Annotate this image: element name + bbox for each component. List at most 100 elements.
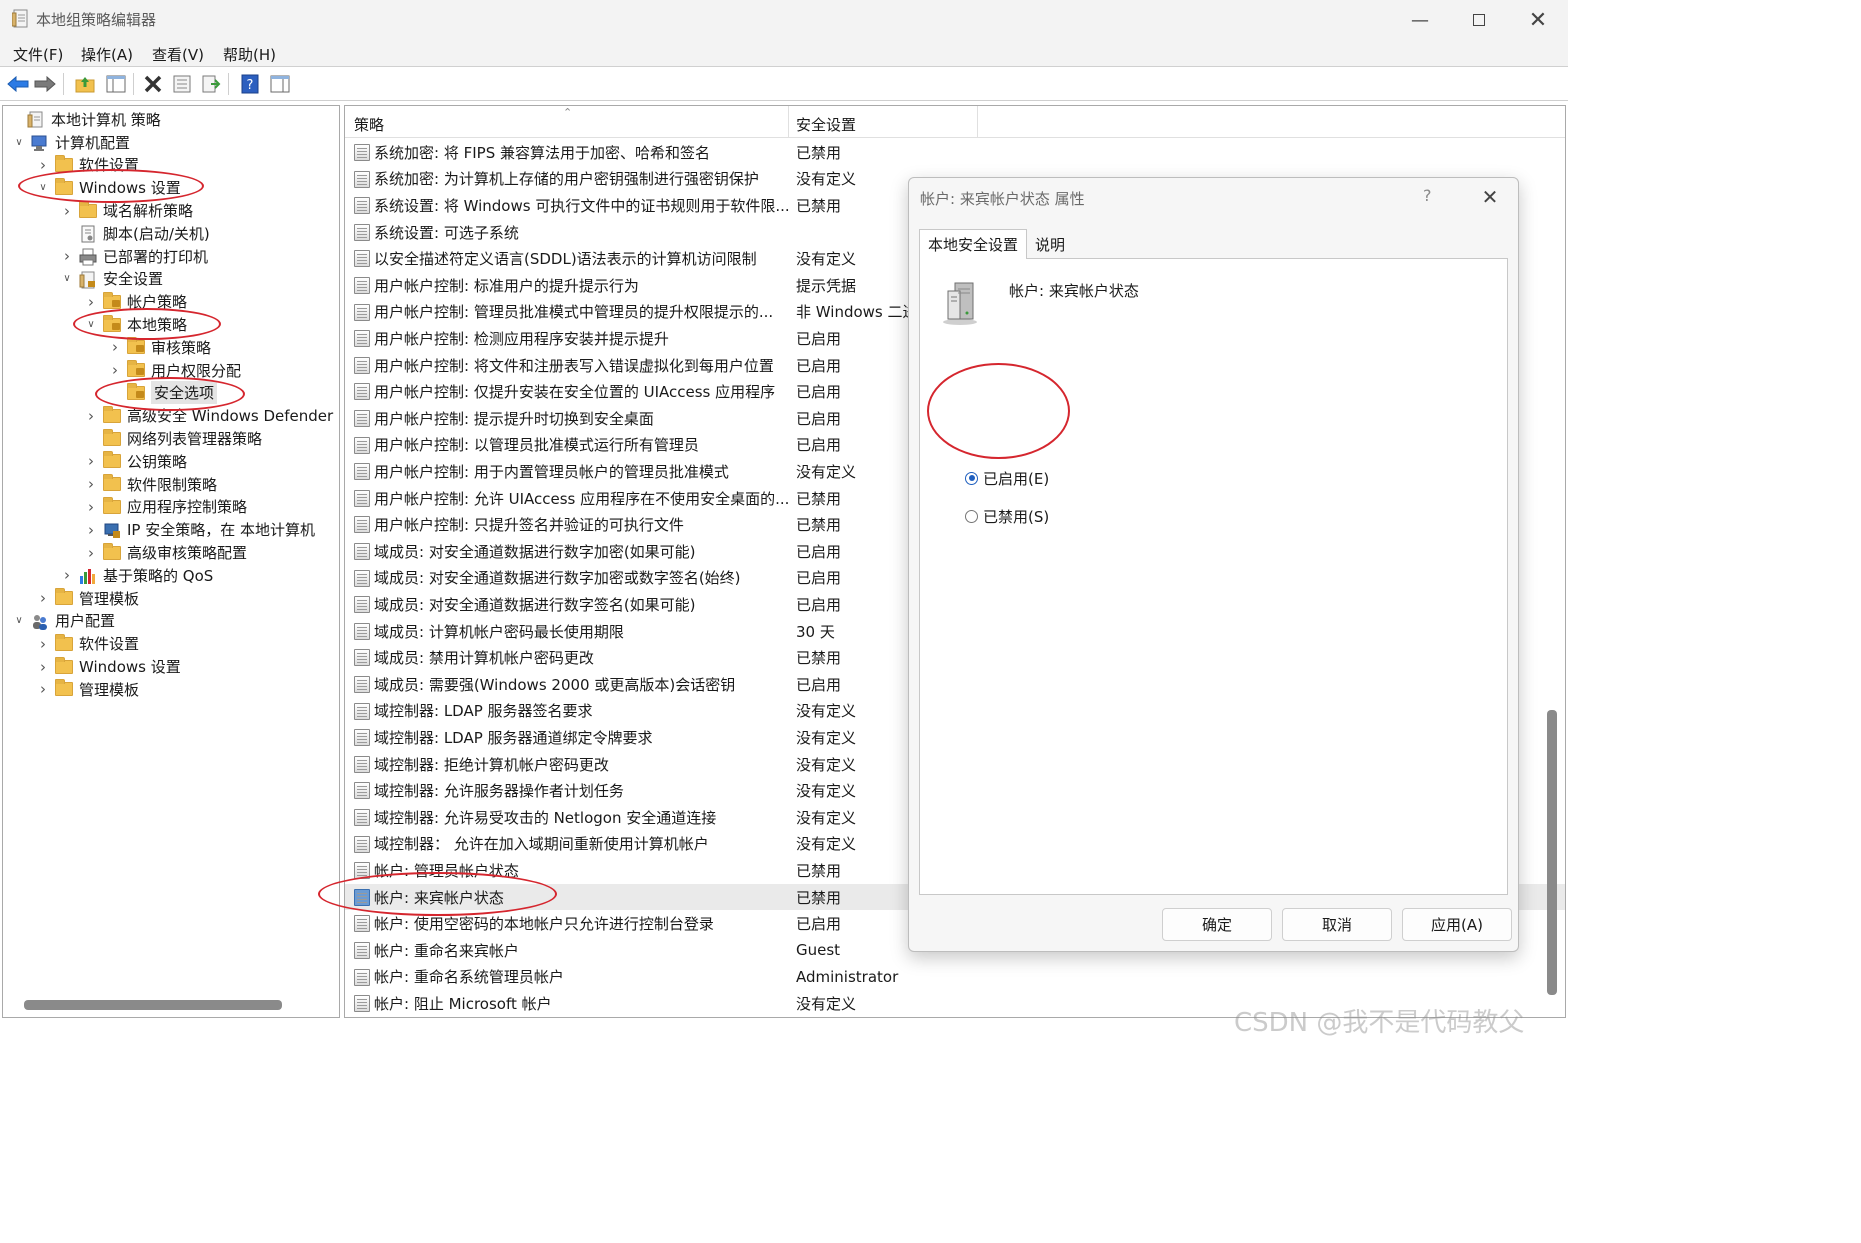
collapsed-chevron-icon[interactable]: › xyxy=(109,361,121,379)
help-button[interactable]: ? xyxy=(238,72,262,96)
collapsed-chevron-icon[interactable]: › xyxy=(61,566,73,584)
forward-button[interactable] xyxy=(33,72,57,96)
ok-button[interactable]: 确定 xyxy=(1162,908,1272,941)
radio-button-checked[interactable] xyxy=(965,471,978,485)
tree-item-user-software-settings[interactable]: › 软件设置 xyxy=(3,632,139,655)
tree-item-user-rights[interactable]: › 用户权限分配 xyxy=(3,359,241,382)
tree-item-computer-config[interactable]: ∨ 计算机配置 xyxy=(3,131,130,154)
tree-item-user-config[interactable]: ∨ 用户配置 xyxy=(3,610,115,633)
policy-row[interactable]: 帐户: 重命名系统管理员帐户 Administrator xyxy=(345,964,1565,991)
tree-item-local-computer-policy[interactable]: 本地计算机 策略 xyxy=(3,108,161,131)
menu-help[interactable]: 帮助(H) xyxy=(223,44,276,65)
tree-item-account-policies[interactable]: › 帐户策略 xyxy=(3,290,187,313)
policy-security-setting: 已启用 xyxy=(796,436,842,455)
tree-item-windows-defender-firewall[interactable]: › 高级安全 Windows Defender 防 xyxy=(3,404,339,427)
tree-item-user-windows-settings[interactable]: › Windows 设置 xyxy=(3,655,181,678)
tree-item-app-control[interactable]: › 应用程序控制策略 xyxy=(3,496,247,519)
tree-item-admin-templates[interactable]: › 管理模板 xyxy=(3,587,139,610)
collapsed-chevron-icon[interactable]: › xyxy=(85,521,97,539)
collapsed-chevron-icon[interactable]: › xyxy=(37,658,49,676)
back-button[interactable] xyxy=(6,72,30,96)
back-arrow-icon xyxy=(7,76,29,92)
collapsed-chevron-icon[interactable]: › xyxy=(109,338,121,356)
expanded-chevron-icon[interactable]: ∨ xyxy=(13,615,25,627)
policy-name: 系统设置: 可选子系统 xyxy=(374,223,519,242)
apply-button[interactable]: 应用(A) xyxy=(1402,908,1512,941)
menu-action[interactable]: 操作(A) xyxy=(81,44,133,65)
expanded-chevron-icon[interactable]: ∨ xyxy=(85,319,97,331)
collapsed-chevron-icon[interactable]: › xyxy=(85,544,97,562)
collapsed-chevron-icon[interactable]: › xyxy=(37,589,49,607)
column-header-security-setting[interactable]: 安全设置 xyxy=(796,114,856,135)
tree-item-label: 应用程序控制策略 xyxy=(127,498,248,517)
tree-item-user-admin-templates[interactable]: › 管理模板 xyxy=(3,678,139,701)
menu-file[interactable]: 文件(F) xyxy=(13,44,63,65)
tree-item-network-list-manager[interactable]: 网络列表管理器策略 xyxy=(3,427,262,450)
collapsed-chevron-icon[interactable]: › xyxy=(61,202,73,220)
expanded-chevron-icon[interactable]: ∨ xyxy=(37,182,49,194)
tree-item-windows-settings[interactable]: ∨ Windows 设置 xyxy=(3,176,181,199)
tree-item-label: 高级审核策略配置 xyxy=(127,544,248,563)
tree-item-qos[interactable]: › 基于策略的 QoS xyxy=(3,564,213,587)
minimize-button[interactable]: — xyxy=(1390,0,1450,40)
tree-item-public-key-policies[interactable]: › 公钥策略 xyxy=(3,450,187,473)
radio-enabled[interactable]: 已启用(E) xyxy=(965,467,1049,489)
tab-local-security-setting[interactable]: 本地安全设置 xyxy=(919,229,1028,259)
collapsed-chevron-icon[interactable]: › xyxy=(37,156,49,174)
collapsed-chevron-icon[interactable]: › xyxy=(85,452,97,470)
dialog-close-button[interactable]: ✕ xyxy=(1475,182,1505,212)
policy-name: 域成员: 对安全通道数据进行数字签名(如果可能) xyxy=(374,595,696,614)
column-divider[interactable] xyxy=(977,106,978,138)
list-vertical-scrollbar[interactable] xyxy=(1547,710,1557,995)
menu-view[interactable]: 查看(V) xyxy=(152,44,204,65)
folder-shape xyxy=(55,656,73,674)
column-header-policy[interactable]: 策略 xyxy=(354,114,384,135)
policy-setting-icon xyxy=(354,622,370,640)
expanded-chevron-icon[interactable]: ∨ xyxy=(61,273,73,285)
radio-disabled[interactable]: 已禁用(S) xyxy=(965,505,1049,527)
tree-item-audit-policy[interactable]: › 审核策略 xyxy=(3,336,211,359)
radio-button[interactable] xyxy=(965,509,978,523)
tree-item-ip-security[interactable]: › IP 安全策略，在 本地计算机 xyxy=(3,518,315,541)
folder-icon xyxy=(55,588,73,606)
tree-item-software-settings[interactable]: › 软件设置 xyxy=(3,154,139,177)
export-list-button[interactable] xyxy=(199,72,223,96)
tree-item-security-options[interactable]: 安全选项 xyxy=(3,381,218,405)
tree-item-deployed-printers[interactable]: › 已部署的打印机 xyxy=(3,245,208,268)
tree-item-label: Windows 设置 xyxy=(79,658,181,677)
tree-item-software-restriction[interactable]: › 软件限制策略 xyxy=(3,473,217,496)
up-one-level-button[interactable] xyxy=(73,72,97,96)
close-window-button[interactable]: ✕ xyxy=(1508,0,1568,40)
column-divider[interactable] xyxy=(788,106,789,138)
tree-item-label: 域名解析策略 xyxy=(103,202,194,221)
policy-setting-icon xyxy=(354,995,370,1013)
policy-security-setting: 已启用 xyxy=(796,542,842,561)
tree-item-advanced-audit[interactable]: › 高级审核策略配置 xyxy=(3,541,247,564)
collapsed-chevron-icon[interactable]: › xyxy=(85,498,97,516)
tab-explain[interactable]: 说明 xyxy=(1027,229,1073,259)
collapsed-chevron-icon[interactable]: › xyxy=(37,680,49,698)
collapsed-chevron-icon[interactable]: › xyxy=(85,475,97,493)
tree-item-scripts[interactable]: 脚本(启动/关机) xyxy=(3,222,210,245)
folder-shape xyxy=(103,496,121,514)
expanded-chevron-icon[interactable]: ∨ xyxy=(13,136,25,148)
properties-button[interactable] xyxy=(170,72,194,96)
maximize-button[interactable] xyxy=(1449,0,1509,40)
delete-button[interactable] xyxy=(141,72,165,96)
show-hide-action-pane-button[interactable] xyxy=(268,72,292,96)
tree-item-local-policies[interactable]: ∨ 本地策略 xyxy=(3,313,187,336)
tab-panel: 帐户: 来宾帐户状态 已启用(E) 已禁用(S) xyxy=(919,258,1508,895)
policy-row[interactable]: 系统加密: 将 FIPS 兼容算法用于加密、哈希和签名 已禁用 xyxy=(345,139,1565,166)
root-icon xyxy=(27,111,45,128)
collapsed-chevron-icon[interactable]: › xyxy=(85,407,97,425)
dialog-help-button[interactable]: ? xyxy=(1423,186,1432,205)
collapsed-chevron-icon[interactable]: › xyxy=(61,247,73,265)
collapsed-chevron-icon[interactable]: › xyxy=(85,293,97,311)
show-hide-console-tree-button[interactable] xyxy=(104,72,128,96)
tree-item-name-resolution-policy[interactable]: › 域名解析策略 xyxy=(3,199,193,222)
tree-item-security-settings[interactable]: ∨ 安全设置 xyxy=(3,268,163,291)
policy-security-setting: 已启用 xyxy=(796,329,842,348)
collapsed-chevron-icon[interactable]: › xyxy=(37,635,49,653)
cancel-button[interactable]: 取消 xyxy=(1282,908,1392,941)
tree-horizontal-scrollbar[interactable] xyxy=(24,1000,282,1010)
